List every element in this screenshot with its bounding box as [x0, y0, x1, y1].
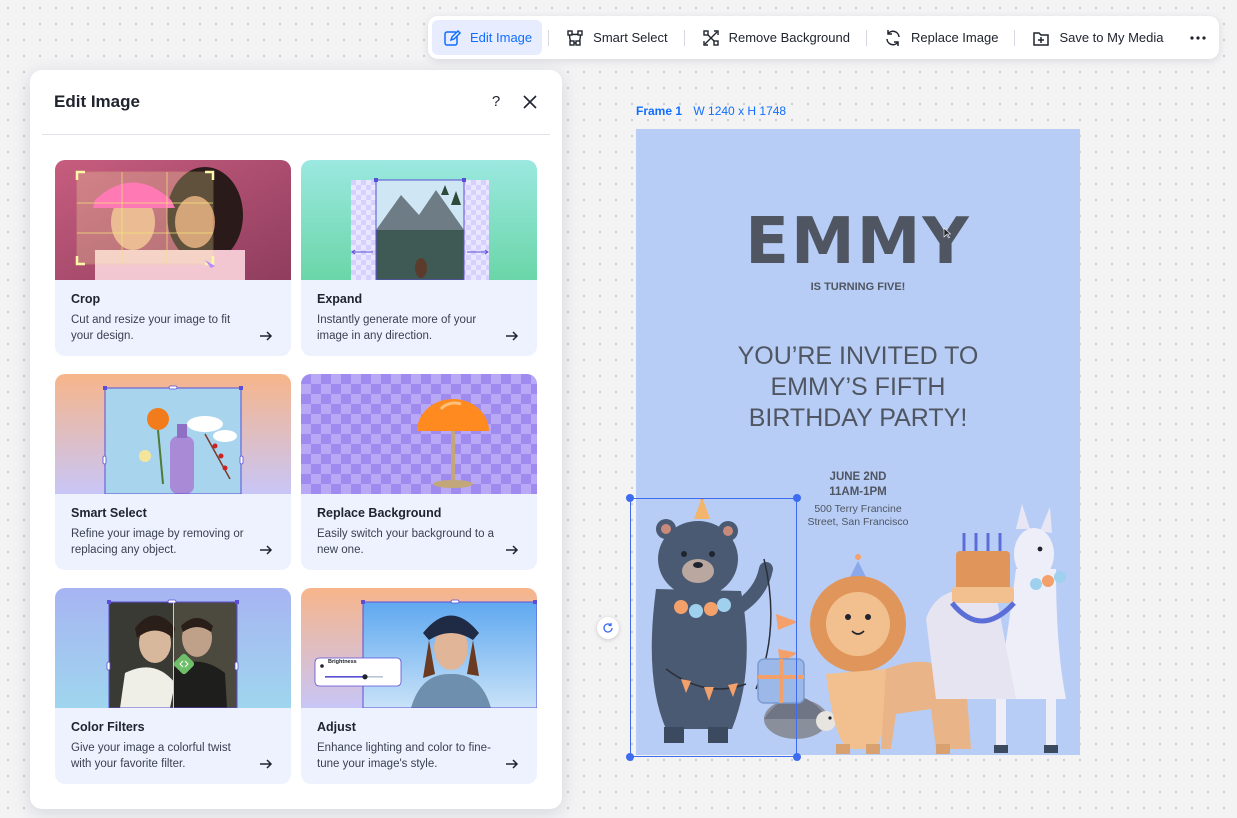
refresh-icon	[886, 29, 900, 46]
replace-image-button[interactable]: Replace Image	[873, 20, 1008, 55]
invite-name: EMMY	[745, 205, 971, 279]
resize-handle-bottom-right[interactable]	[793, 753, 801, 761]
save-media-icon	[1033, 31, 1050, 46]
adjust-title: Adjust	[317, 720, 356, 734]
color-filters-card[interactable]: Color Filters Give your image a colorful…	[55, 588, 291, 784]
arrow-right-icon	[260, 759, 273, 769]
crop-title: Crop	[71, 292, 101, 306]
replace-image-label: Replace Image	[910, 30, 999, 45]
resize-handle-bottom-left[interactable]	[626, 753, 634, 761]
more-button[interactable]	[1181, 21, 1215, 55]
replace-background-preview-image	[301, 374, 537, 494]
frame-name: Frame 1	[636, 104, 683, 118]
arrow-right-icon	[260, 545, 273, 555]
expand-description: Instantly generate more of your image in…	[317, 314, 477, 342]
save-to-media-button[interactable]: Save to My Media	[1021, 20, 1173, 55]
rotate-icon	[603, 623, 613, 633]
smart-select-card[interactable]: Smart Select Refine your image by removi…	[55, 374, 291, 570]
edit-image-button[interactable]: Edit Image	[432, 20, 543, 55]
smart-select-title: Smart Select	[71, 506, 147, 520]
color-filters-description: Give your image a colorful twist with yo…	[71, 742, 231, 770]
help-icon: ?	[491, 93, 501, 110]
color-filters-preview-image	[55, 588, 291, 708]
selection-box[interactable]	[630, 498, 797, 757]
smart-select-preview-image	[55, 374, 291, 494]
adjust-card[interactable]: Brightness Adjust Enhance lighting and c…	[301, 588, 537, 784]
replace-background-card-body: Replace Background Easily switch your ba…	[301, 494, 537, 570]
color-filters-title: Color Filters	[71, 720, 145, 734]
invite-headline: YOU’RE INVITED TO EMMY’S FIFTH BIRTHDAY …	[636, 341, 1080, 434]
arrow-right-icon	[506, 331, 519, 341]
panel-header: Edit Image ?	[30, 70, 562, 134]
invite-line-1: YOU’RE INVITED TO	[737, 342, 979, 370]
arrow-right-icon	[260, 331, 273, 341]
arrow-right-icon	[506, 545, 519, 555]
edit-image-panel: Edit Image ? Crop Cut and resize your im…	[30, 70, 562, 809]
expand-card-body: Expand Instantly generate more of your i…	[301, 280, 537, 356]
smart-select-button[interactable]: Smart Select	[555, 20, 677, 55]
frame-label: Frame 1 W 1240 x H 1748	[636, 104, 786, 118]
toolbar-divider	[1014, 29, 1016, 46]
replace-background-description: Easily switch your background to a new o…	[317, 528, 495, 556]
panel-title: Edit Image	[54, 92, 140, 111]
edit-image-label: Edit Image	[470, 30, 533, 45]
close-button[interactable]	[520, 92, 540, 112]
remove-background-label: Remove Background	[728, 30, 850, 45]
brightness-chip-label: Brightness	[328, 659, 357, 665]
invite-line-2: EMMY’S FIFTH	[770, 373, 946, 401]
crop-card[interactable]: Crop Cut and resize your image to fit yo…	[55, 160, 291, 356]
invite-time: 11AM-1PM	[829, 486, 887, 498]
smart-select-icon	[567, 29, 583, 46]
crop-preview-image	[55, 160, 291, 280]
invite-date: JUNE 2ND	[829, 471, 887, 483]
toolbar-divider	[683, 29, 685, 46]
remove-background-icon	[702, 29, 719, 46]
frame-size: W 1240 x H 1748	[693, 104, 787, 118]
expand-title: Expand	[317, 292, 363, 306]
more-dots-icon	[1190, 35, 1206, 40]
resize-handle-top-left[interactable]	[626, 494, 634, 502]
image-toolbar: Edit Image Smart Select Remove Backgroun…	[428, 16, 1219, 59]
resize-handle-top-right[interactable]	[793, 494, 801, 502]
smart-select-card-body: Smart Select Refine your image by removi…	[55, 494, 291, 570]
expand-preview-image	[301, 160, 537, 280]
panel-divider	[42, 134, 550, 135]
adjust-card-body: Adjust Enhance lighting and color to fin…	[301, 708, 537, 784]
save-to-media-label: Save to My Media	[1059, 30, 1164, 45]
remove-background-button[interactable]: Remove Background	[691, 20, 860, 55]
invite-line-3: BIRTHDAY PARTY!	[748, 404, 968, 432]
replace-background-card[interactable]: Replace Background Easily switch your ba…	[301, 374, 537, 570]
crop-card-body: Crop Cut and resize your image to fit yo…	[55, 280, 291, 356]
replace-background-title: Replace Background	[317, 506, 442, 520]
toolbar-divider	[548, 29, 550, 46]
toolbar-divider	[865, 29, 867, 46]
close-icon	[523, 95, 537, 109]
rotate-button[interactable]	[597, 617, 619, 639]
mouse-cursor-icon	[943, 227, 951, 239]
smart-select-label: Smart Select	[593, 30, 668, 45]
adjust-preview-image: Brightness	[301, 588, 537, 708]
smart-select-description: Refine your image by removing or replaci…	[71, 528, 244, 556]
expand-card[interactable]: Expand Instantly generate more of your i…	[301, 160, 537, 356]
pencil-icon	[444, 29, 462, 46]
arrow-right-icon	[506, 759, 519, 769]
adjust-description: Enhance lighting and color to fine-tune …	[317, 742, 491, 770]
tool-cards: Crop Cut and resize your image to fit yo…	[55, 160, 538, 784]
help-button[interactable]: ?	[486, 92, 506, 112]
invite-subtitle: IS TURNING FIVE!	[810, 281, 906, 293]
crop-description: Cut and resize your image to fit your de…	[71, 314, 231, 342]
color-filters-card-body: Color Filters Give your image a colorful…	[55, 708, 291, 784]
